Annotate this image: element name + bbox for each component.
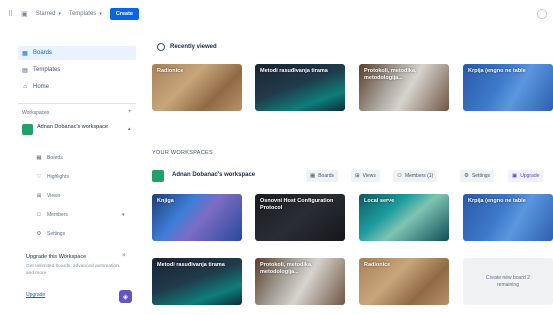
create-button[interactable]: Create [109, 8, 139, 20]
workspaces-label: Workspaces [22, 110, 50, 116]
workspace-views-button[interactable]: ⊞ Views [351, 170, 380, 182]
recently-viewed-header: Recently viewed [157, 43, 217, 51]
chevron-down-icon: ▾ [99, 11, 102, 17]
workspace-upgrade-button[interactable]: ▣ Upgrade [508, 170, 544, 182]
sidebar-item-templates[interactable]: ▤ Templates [18, 63, 136, 77]
sidebar-item-label: Templates [33, 67, 61, 73]
sidebar-sub-label: Highlights [47, 174, 69, 180]
workspace-name: Adnan Dobanac's workspace [172, 172, 256, 178]
workspace-button-label: Members (1) [404, 173, 434, 179]
chevron-down-icon: ▾ [58, 11, 61, 17]
board-card[interactable]: Protokoli, metodika, metodologija... [359, 64, 449, 111]
members-icon: ⚇ [397, 173, 402, 179]
templates-menu[interactable]: Templates ▾ [69, 11, 102, 17]
upgrade-link[interactable]: Upgrade [26, 292, 45, 298]
sidebar-item-boards[interactable]: ▦ Boards [18, 46, 136, 60]
upgrade-icon: ▣ [512, 173, 518, 179]
board-card-title: Metodi rasuđivanja tirama [157, 262, 225, 268]
workspace-tile [22, 124, 33, 135]
board-card[interactable]: Metodi rasuđivanja tirama [255, 64, 345, 111]
logo-icon[interactable]: ▣ [21, 10, 28, 18]
board-card-title: Radionice [157, 68, 184, 74]
heart-icon: ♡ [36, 174, 42, 180]
sidebar-item-label: Boards [33, 50, 53, 56]
sidebar-sub-label: Settings [47, 231, 66, 237]
board-icon: ▦ [22, 50, 28, 57]
your-workspaces-title: YOUR WORKSPACES [152, 150, 213, 156]
sidebar-workspace-name[interactable]: Adnan Dobanac's workspace [37, 124, 115, 131]
grid-icon: ⊞ [355, 173, 360, 179]
workspace-button-label: Views [362, 173, 376, 179]
workspace-button-label: Boards [318, 173, 335, 179]
template-icon: ▤ [22, 67, 28, 74]
sidebar-sub-label: Views [47, 193, 61, 199]
workspace-members-button[interactable]: ⚇ Members (1) [393, 170, 438, 182]
create-new-board-label: Create new board 2 remaining [486, 274, 530, 288]
workspace-boards-button[interactable]: ▦ Boards [306, 170, 339, 182]
sidebar-sub-settings[interactable]: ⚙ Settings [36, 228, 66, 240]
sidebar-sub-label: Boards [47, 155, 63, 161]
upgrade-title: Upgrade this Workspace [26, 254, 87, 260]
workspace-settings-button[interactable]: ⚙ Settings [460, 170, 495, 182]
board-card[interactable]: Metodi rasuđivanja tirama [152, 258, 242, 305]
board-icon: ▦ [36, 155, 42, 161]
sidebar-sub-label: Members [47, 212, 68, 218]
gear-icon: ⚙ [464, 173, 469, 179]
help-button[interactable]: ◈ [119, 290, 132, 303]
board-card-title: Metodi rasuđivanja tirama [260, 68, 328, 74]
sidebar-sub-highlights[interactable]: ♡ Highlights [36, 171, 69, 183]
board-card-title: Knjiga [157, 198, 174, 204]
board-card-title: Osnovni Host Configuration Protocol [260, 198, 334, 211]
board-card[interactable]: Osnovni Host Configuration Protocol [255, 194, 345, 241]
board-card-title: Krpija (engno ne table [468, 68, 526, 74]
board-card-title: Protokoli, metodika, metodologija... [364, 68, 417, 81]
board-card[interactable]: Krpija (engno ne table [463, 194, 553, 241]
sidebar-sub-members[interactable]: ⚇ Members [36, 209, 68, 221]
workspace-tile [152, 170, 164, 182]
board-icon: ▦ [310, 173, 316, 179]
starred-menu[interactable]: Starred ▾ [36, 11, 61, 17]
members-icon: ⚇ [36, 212, 42, 218]
top-bar: ⠿ ▣ Starred ▾ Templates ▾ Create [0, 0, 553, 28]
board-card[interactable]: Knjiga [152, 194, 242, 241]
gear-icon: ⚙ [36, 231, 42, 237]
sidebar-divider [18, 103, 136, 104]
templates-menu-label: Templates [68, 11, 97, 17]
help-icon: ◈ [122, 293, 129, 301]
sidebar-sub-views[interactable]: ⊞ Views [36, 190, 61, 202]
chevron-up-icon[interactable]: ▴ [128, 126, 131, 132]
chevron-down-icon[interactable]: ▾ [122, 212, 125, 218]
apps-grid-icon[interactable]: ⠿ [8, 10, 13, 18]
avatar[interactable] [537, 9, 547, 19]
board-card[interactable]: Radionice [152, 64, 242, 111]
upgrade-description: Get unlimited boards, advanced automatio… [26, 264, 121, 276]
board-card[interactable]: Local serve [359, 194, 449, 241]
home-icon: ⌂ [23, 84, 27, 90]
add-workspace-icon[interactable]: + [128, 109, 132, 115]
sidebar-item-home[interactable]: ⌂ Home [18, 80, 136, 94]
grid-icon: ⊞ [36, 193, 42, 199]
workspace-button-label: Upgrade [520, 173, 540, 179]
board-card-title: Local serve [364, 198, 395, 204]
close-icon[interactable]: × [122, 253, 126, 259]
starred-menu-label: Starred [35, 11, 56, 17]
sidebar-item-label: Home [33, 84, 50, 90]
workspace-button-label: Settings [471, 173, 491, 179]
board-card-title: Radionice [364, 262, 391, 268]
recently-viewed-title: Recently viewed [170, 44, 217, 50]
board-card[interactable]: Krpija (engno ne table [463, 64, 553, 111]
board-card-title: Protokoli, metodika, metodologija... [260, 262, 313, 275]
board-card[interactable]: Protokoli, metodika, metodologija... [255, 258, 345, 305]
board-card[interactable]: Radionice [359, 258, 449, 305]
clock-icon [157, 43, 165, 51]
create-new-board-card[interactable]: Create new board 2 remaining [463, 258, 553, 305]
board-card-title: Krpija (engno ne table [468, 198, 526, 204]
sidebar-sub-boards[interactable]: ▦ Boards [36, 152, 63, 164]
